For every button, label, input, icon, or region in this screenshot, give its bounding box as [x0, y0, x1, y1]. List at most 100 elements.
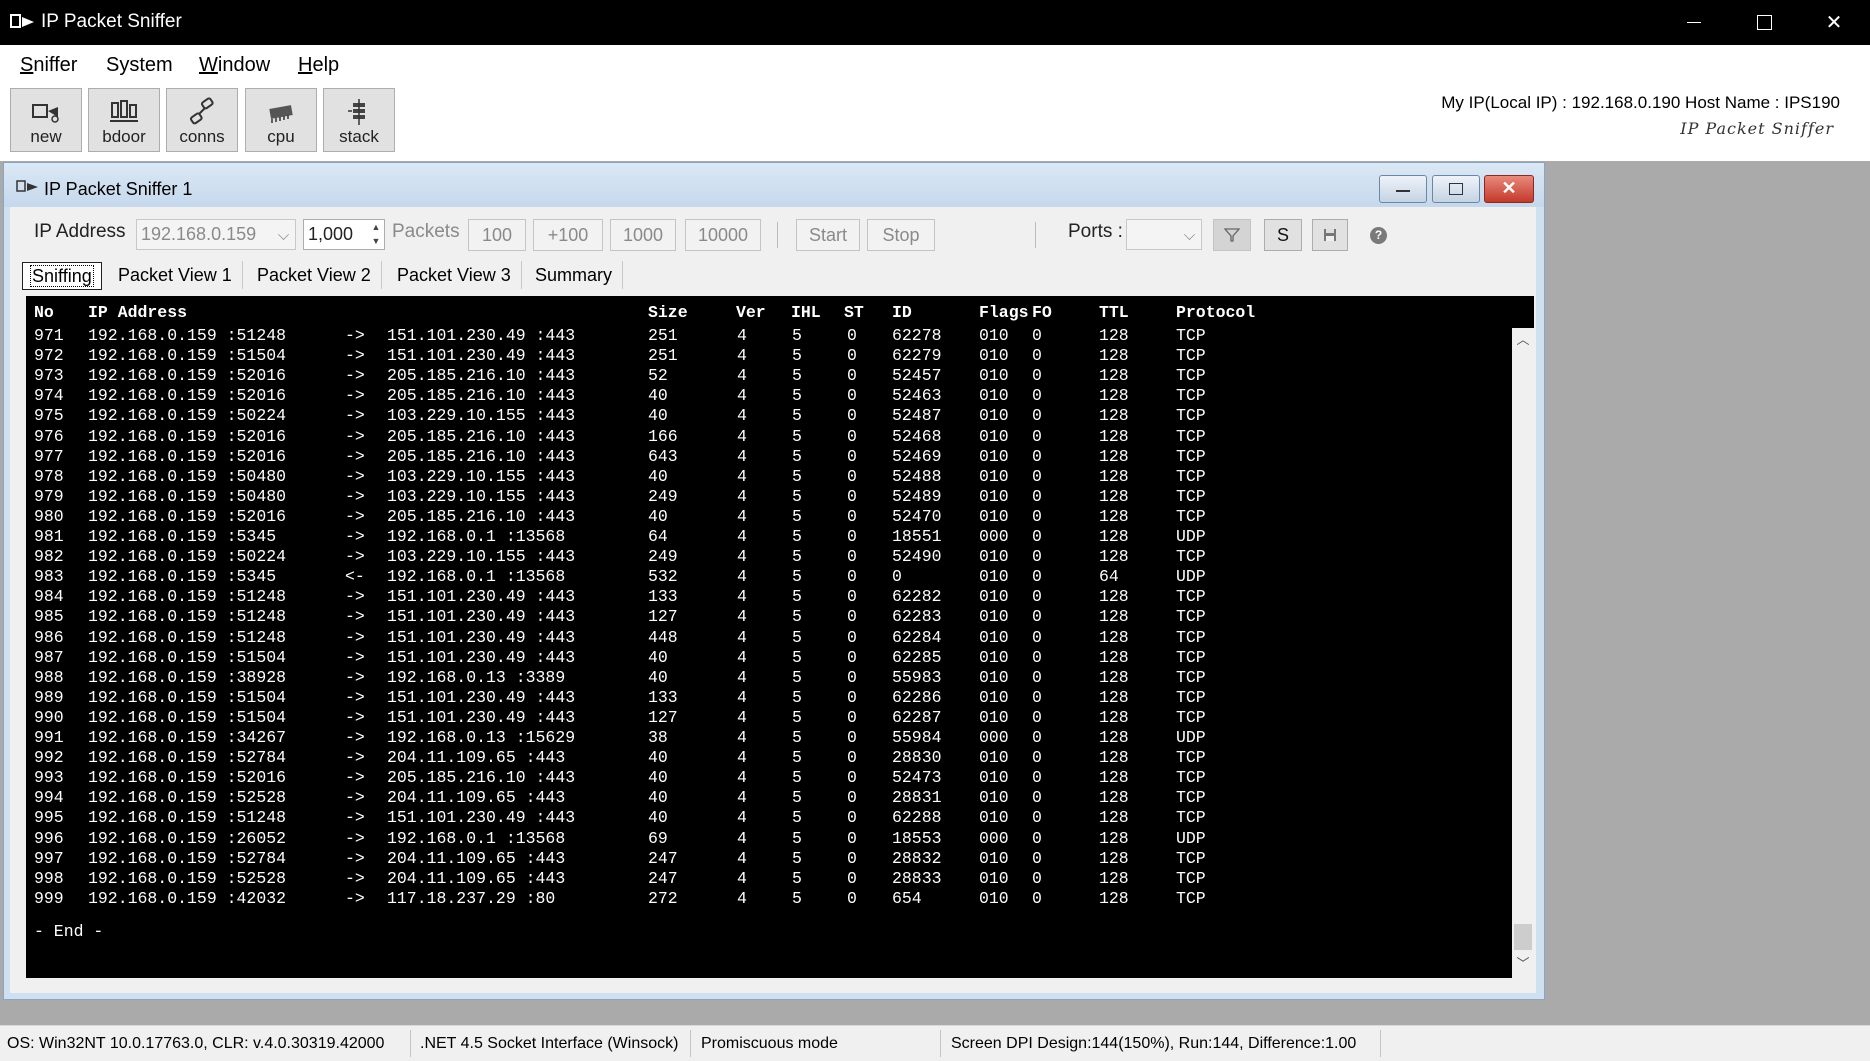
packets-label: Packets	[392, 221, 460, 242]
s-button[interactable]: S	[1264, 219, 1302, 251]
minimize-button[interactable]	[1659, 0, 1729, 45]
spin-up-icon[interactable]: ▲	[369, 221, 383, 234]
table-row[interactable]: 972 192.168.0.159 :51504 -> 151.101.230.49 …	[26, 346, 1506, 366]
scroll-down-icon[interactable]: ﹀	[1512, 954, 1534, 976]
bdoor-button[interactable]: bdoor	[88, 88, 160, 152]
menu-window[interactable]: Window	[199, 54, 270, 77]
table-row[interactable]: 988 192.168.0.159 :38928 -> 192.168.0.13 :3…	[26, 668, 1506, 688]
start-button[interactable]: Start	[796, 219, 860, 251]
table-cell: 52	[648, 366, 668, 386]
table-cell: 5	[792, 506, 802, 526]
column-header: No	[34, 303, 54, 322]
table-row[interactable]: 996 192.168.0.159 :26052 -> 192.168.0.1 :13…	[26, 829, 1506, 849]
separator	[940, 1030, 941, 1057]
table-cell: 010	[979, 587, 1009, 607]
scroll-up-icon[interactable]: ︿	[1512, 330, 1534, 352]
table-row[interactable]: 979 192.168.0.159 :50480 -> 103.229.10.155 …	[26, 487, 1506, 507]
table-cell: 52470	[892, 506, 942, 526]
table-cell: 128	[1099, 326, 1129, 345]
table-row[interactable]: 986 192.168.0.159 :51248 -> 151.101.230.49 …	[26, 628, 1506, 648]
menu-help[interactable]: Help	[298, 54, 339, 77]
packet-console[interactable]: No IP Address Size Ver IHL ST ID Flags FO TTL Prot…	[26, 296, 1534, 978]
table-cell: 128	[1099, 366, 1129, 386]
help-icon[interactable]: ?	[1370, 227, 1387, 244]
tab-summary[interactable]: Summary	[525, 261, 624, 289]
table-row[interactable]: 985 192.168.0.159 :51248 -> 151.101.230.49 …	[26, 607, 1506, 627]
table-cell: 000	[979, 728, 1009, 747]
table-cell: 249	[648, 486, 678, 506]
table-row[interactable]: 982 192.168.0.159 :50224 -> 103.229.10.155 …	[26, 547, 1506, 567]
table-cell: 62282	[892, 587, 942, 607]
table-cell: 192.168.0.159 :51248	[88, 607, 287, 627]
table-row[interactable]: 998 192.168.0.159 :52528 -> 204.11.109.65 :…	[26, 869, 1506, 889]
new-button[interactable]: new	[10, 88, 82, 152]
maximize-button[interactable]	[1729, 0, 1799, 45]
child-maximize-button[interactable]	[1432, 175, 1480, 203]
table-cell: 192.168.0.159 :50224	[88, 547, 287, 567]
table-row[interactable]: 991 192.168.0.159 :34267 -> 192.168.0.13 :1…	[26, 728, 1506, 748]
tab-sniffing[interactable]: Sniffing	[22, 262, 102, 290]
table-cell: 133	[648, 687, 678, 707]
close-button[interactable]: ✕	[1799, 0, 1869, 45]
table-row[interactable]: 993 192.168.0.159 :52016 -> 205.185.216.10 …	[26, 768, 1506, 788]
table-cell: 010	[979, 768, 1009, 788]
table-row[interactable]: 989 192.168.0.159 :51504 -> 151.101.230.49 …	[26, 688, 1506, 708]
conns-button[interactable]: conns	[166, 88, 238, 152]
title-bar: IP Packet Sniffer ✕	[0, 0, 1870, 45]
table-cell: 128	[1099, 446, 1129, 466]
child-minimize-button[interactable]	[1379, 175, 1427, 203]
table-cell: 0	[847, 868, 857, 888]
cpu-button[interactable]: cpu	[245, 88, 317, 152]
table-row[interactable]: 975 192.168.0.159 :50224 -> 103.229.10.155 …	[26, 406, 1506, 426]
packets-stepper[interactable]: 1,000 ▲ ▼	[303, 219, 385, 250]
table-row[interactable]: 980 192.168.0.159 :52016 -> 205.185.216.10 …	[26, 507, 1506, 527]
table-cell: 103.229.10.155 :443	[387, 547, 576, 567]
save-button[interactable]	[1312, 219, 1348, 251]
tab-packet-view-2[interactable]: Packet View 2	[247, 261, 382, 289]
table-cell: 010	[979, 888, 1009, 908]
table-row[interactable]: 973 192.168.0.159 :52016 -> 205.185.216.10 …	[26, 366, 1506, 386]
qty-1000-button[interactable]: 1000	[610, 219, 676, 251]
stop-button[interactable]: Stop	[867, 219, 935, 251]
scroll-thumb[interactable]	[1514, 924, 1532, 950]
table-cell: 5	[792, 707, 802, 727]
table-row[interactable]: 983 192.168.0.159 :5345 <- 192.168.0.1 :135…	[26, 567, 1506, 587]
child-close-button[interactable]: ✕	[1484, 175, 1534, 203]
filter-button[interactable]	[1213, 219, 1251, 251]
table-cell: TCP	[1176, 667, 1206, 687]
qty-plus100-button[interactable]: +100	[533, 219, 603, 251]
table-cell: 010	[979, 466, 1009, 486]
ports-combo[interactable]	[1126, 219, 1202, 250]
table-row[interactable]: 984 192.168.0.159 :51248 -> 151.101.230.49 …	[26, 587, 1506, 607]
table-cell: 4	[737, 707, 747, 727]
ip-address-combo[interactable]: 192.168.0.159	[136, 219, 296, 250]
table-row[interactable]: 997 192.168.0.159 :52784 -> 204.11.109.65 :…	[26, 849, 1506, 869]
spin-down-icon[interactable]: ▼	[369, 235, 383, 248]
table-row[interactable]: 994 192.168.0.159 :52528 -> 204.11.109.65 :…	[26, 788, 1506, 808]
table-row[interactable]: 971 192.168.0.159 :51248 -> 151.101.230.49 …	[26, 326, 1506, 346]
table-row[interactable]: 990 192.168.0.159 :51504 -> 151.101.230.49 …	[26, 708, 1506, 728]
table-row[interactable]: 974 192.168.0.159 :52016 -> 205.185.216.10 …	[26, 386, 1506, 406]
table-row[interactable]: 987 192.168.0.159 :51504 -> 151.101.230.49 …	[26, 648, 1506, 668]
table-row[interactable]: 976 192.168.0.159 :52016 -> 205.185.216.10 …	[26, 427, 1506, 447]
menu-system[interactable]: System	[106, 54, 173, 77]
table-cell: 0	[1032, 326, 1042, 345]
table-cell: 010	[979, 788, 1009, 808]
ports-label: Ports :	[1068, 221, 1123, 242]
menu-sniffer[interactable]: Sniffer	[20, 54, 77, 77]
tab-packet-view-3[interactable]: Packet View 3	[387, 261, 522, 289]
stack-button[interactable]: stack	[323, 88, 395, 152]
table-row[interactable]: 995 192.168.0.159 :51248 -> 151.101.230.49 …	[26, 808, 1506, 828]
column-header: ID	[892, 303, 912, 322]
table-row[interactable]: 978 192.168.0.159 :50480 -> 103.229.10.155 …	[26, 467, 1506, 487]
table-row[interactable]: 977 192.168.0.159 :52016 -> 205.185.216.10 …	[26, 447, 1506, 467]
tab-packet-view-1[interactable]: Packet View 1	[108, 261, 243, 289]
qty-10000-button[interactable]: 10000	[685, 219, 761, 251]
table-cell: 010	[979, 326, 1009, 345]
vertical-scrollbar[interactable]: ︿ ﹀	[1512, 328, 1534, 978]
table-row[interactable]: 992 192.168.0.159 :52784 -> 204.11.109.65 :…	[26, 748, 1506, 768]
table-row[interactable]: 981 192.168.0.159 :5345 -> 192.168.0.1 :135…	[26, 527, 1506, 547]
qty-100-button[interactable]: 100	[468, 219, 526, 251]
table-cell: 151.101.230.49 :443	[387, 687, 576, 707]
table-row[interactable]: 999 192.168.0.159 :42032 -> 117.18.237.29 :…	[26, 889, 1506, 909]
